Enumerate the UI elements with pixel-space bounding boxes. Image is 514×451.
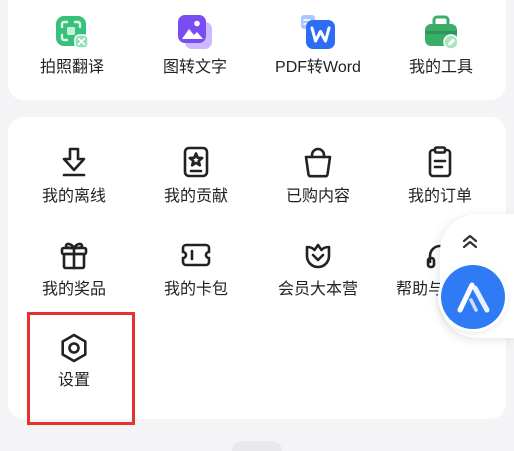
tool-label: 图转文字 <box>162 59 227 76</box>
ticket-icon <box>178 237 214 273</box>
scroll-top-button[interactable] <box>459 231 481 253</box>
tools-card: 拍照翻译 图转文字 PDF转Word 我的工具 <box>8 0 506 100</box>
image-to-text-icon <box>176 13 214 51</box>
tool-label: 我的工具 <box>408 59 473 76</box>
menu-item-member-camp[interactable]: 会员大本营 <box>263 237 373 303</box>
menu-item-offline[interactable]: 我的离线 <box>19 144 129 210</box>
settings-highlight-box <box>27 312 135 425</box>
tool-label: 拍照翻译 <box>39 59 104 76</box>
menu-item-prizes[interactable]: 我的奖品 <box>19 237 129 303</box>
member-shield-icon <box>300 237 336 273</box>
shopping-bag-icon <box>300 144 336 180</box>
tool-photo-translate[interactable]: 拍照翻译 <box>17 13 127 79</box>
menu-item-contribution[interactable]: 我的贡献 <box>141 144 251 210</box>
menu-item-label: 已购内容 <box>285 188 350 205</box>
menu-item-label: 我的奖品 <box>41 281 106 298</box>
menu-item-purchased[interactable]: 已购内容 <box>263 144 373 210</box>
menu-item-label: 帮助与 <box>396 281 445 298</box>
tool-pdf-to-word[interactable]: PDF转Word <box>263 13 373 79</box>
menu-item-card-wallet[interactable]: 我的卡包 <box>141 237 251 303</box>
gift-icon <box>56 237 92 273</box>
menu-item-label: 我的卡包 <box>163 281 228 298</box>
double-chevron-up-icon <box>462 234 478 249</box>
menu-item-label: 我的订单 <box>407 188 472 205</box>
photo-translate-icon <box>53 13 91 51</box>
bottom-handle <box>232 441 282 451</box>
menu-item-label: 我的离线 <box>41 188 106 205</box>
tool-image-to-text[interactable]: 图转文字 <box>140 13 250 79</box>
star-badge-icon <box>178 144 214 180</box>
clipboard-icon <box>422 144 458 180</box>
toolbox-icon <box>422 13 460 51</box>
menu-item-label: 会员大本营 <box>277 281 358 298</box>
menu-item-orders[interactable]: 我的订单 <box>385 144 495 210</box>
menu-item-label: 我的贡献 <box>163 188 228 205</box>
download-icon <box>56 144 92 180</box>
tool-label: PDF转Word <box>275 59 361 76</box>
assistant-logo-icon <box>457 282 490 313</box>
pdf-to-word-icon <box>299 13 337 51</box>
assistant-button[interactable] <box>441 265 505 329</box>
tool-my-tools[interactable]: 我的工具 <box>386 13 496 79</box>
